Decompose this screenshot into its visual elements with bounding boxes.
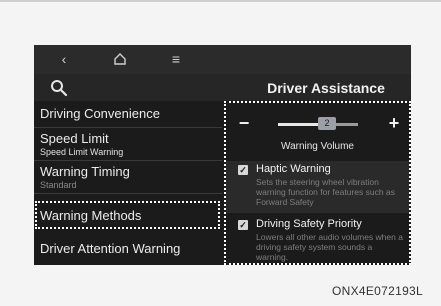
page-header: Driver Assistance [34,74,411,101]
haptic-warning-checkbox[interactable]: ✓ [238,165,248,175]
option-description: Lowers all other audio volumes when a dr… [256,232,403,262]
top-rule [0,0,441,2]
option-haptic-warning[interactable]: ✓ Haptic Warning Sets the steering wheel… [226,161,409,213]
back-chevron-icon[interactable]: ‹ [52,49,76,69]
menu-item-warning-timing[interactable]: Warning Timing Standard [34,161,222,194]
menu-item-sublabel: Standard [40,180,77,190]
option-title: Haptic Warning [256,163,331,175]
option-title: Driving Safety Priority [256,218,362,230]
figure-frame: ‹ ≡ Driver Assistance Driving Convenienc… [0,0,441,306]
menu-item-label: Driver Attention Warning [40,241,181,256]
volume-value: 2 [318,117,336,130]
option-driving-safety-priority[interactable]: ✓ Driving Safety Priority Lowers all oth… [226,215,409,263]
nav-bar: ‹ ≡ [34,45,411,74]
volume-label: Warning Volume [281,141,354,152]
figure-code: ONX4E072193L [332,284,423,298]
menu-item-speed-limit[interactable]: Speed Limit Speed Limit Warning [34,128,222,161]
settings-menu: Driving Convenience Speed Limit Speed Li… [34,101,222,265]
menu-item-label: Warning Methods [40,208,142,223]
page-title: Driver Assistance [267,80,385,96]
infotainment-screen: ‹ ≡ Driver Assistance Driving Convenienc… [34,45,411,265]
warning-methods-panel: − 2 + Warning Volume ✓ Haptic Warning Se… [224,101,411,265]
option-description: Sets the steering wheel vibration warnin… [256,177,395,207]
driving-safety-priority-checkbox[interactable]: ✓ [238,220,248,230]
volume-increase-button[interactable]: + [384,113,404,133]
menu-item-driving-convenience[interactable]: Driving Convenience [34,101,222,128]
menu-item-label: Speed Limit [40,131,109,146]
menu-item-label: Warning Timing [40,164,130,179]
menu-item-sublabel: Speed Limit Warning [40,147,124,157]
volume-decrease-button[interactable]: − [234,113,254,133]
hamburger-menu-icon[interactable]: ≡ [164,49,188,69]
volume-slider-fill [278,123,318,126]
search-icon[interactable] [48,77,70,99]
menu-item-warning-methods[interactable]: Warning Methods [35,201,220,229]
home-icon[interactable] [108,49,132,71]
menu-item-label: Driving Convenience [40,106,160,121]
menu-item-driver-attention-warning[interactable]: Driver Attention Warning [34,235,222,263]
